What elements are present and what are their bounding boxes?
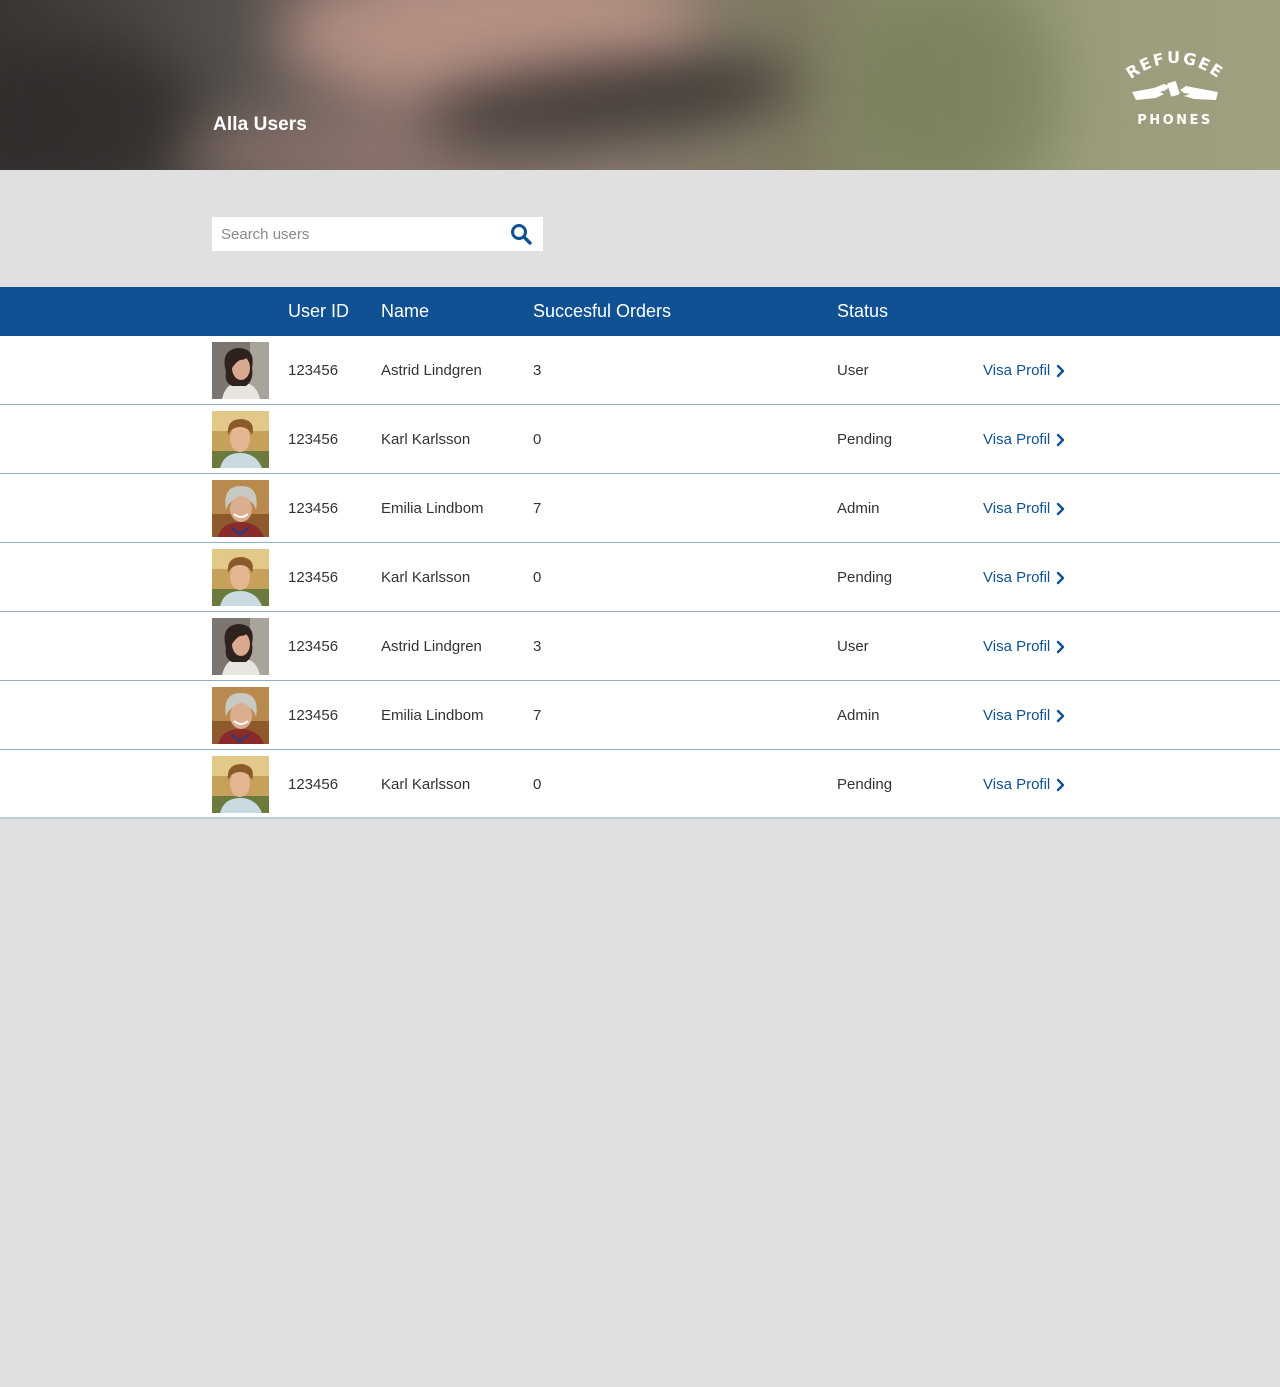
hero-background-blur (860, 0, 1060, 170)
table-bottom-border (0, 817, 1280, 819)
name-cell: Emilia Lindbom (381, 500, 484, 517)
view-profile-label: Visa Profil (983, 776, 1051, 793)
view-profile-link[interactable]: Visa Profil (983, 776, 1066, 793)
hands-icon (1132, 81, 1218, 100)
orders-cell: 0 (533, 776, 542, 793)
chevron-right-icon (1057, 640, 1065, 653)
avatar (212, 549, 269, 606)
table-row: 123456 Karl Karlsson 0 Pending Visa Profil (0, 405, 1280, 474)
view-profile-label: Visa Profil (983, 431, 1051, 448)
status-cell: Pending (837, 569, 893, 586)
view-profile-label: Visa Profil (983, 638, 1051, 655)
avatar-container[interactable] (212, 411, 269, 468)
users-table-body: 123456 Astrid Lindgren 3 User Visa Profil 12… (0, 336, 1280, 819)
logo-text-bottom: PHONES (1137, 113, 1213, 128)
name-cell: Karl Karlsson (381, 776, 471, 793)
hero-background-blur (0, 40, 200, 170)
view-profile-link[interactable]: Visa Profil (983, 707, 1066, 724)
table-row: 123456 Emilia Lindbom 7 Admin Visa Profil (0, 474, 1280, 543)
column-header-orders[interactable]: Succesful Orders (533, 301, 671, 322)
chevron-right-icon (1057, 709, 1065, 722)
table-header: User ID Name Succesful Orders Status (0, 287, 1280, 336)
name-cell: Emilia Lindbom (381, 707, 484, 724)
user-id-cell: 123456 (288, 431, 339, 448)
search-box (212, 217, 543, 251)
status-cell: Admin (837, 500, 880, 517)
name-cell: Karl Karlsson (381, 431, 471, 448)
chevron-right-icon (1057, 502, 1065, 515)
page-title: Alla Users (213, 114, 307, 135)
search-button[interactable] (510, 223, 534, 245)
view-profile-label: Visa Profil (983, 569, 1051, 586)
status-cell: User (837, 638, 869, 655)
orders-cell: 3 (533, 638, 542, 655)
user-id-cell: 123456 (288, 638, 339, 655)
avatar-container[interactable] (212, 618, 269, 675)
view-profile-link[interactable]: Visa Profil (983, 569, 1066, 586)
view-profile-label: Visa Profil (983, 362, 1051, 379)
search-icon (511, 224, 532, 245)
view-profile-label: Visa Profil (983, 707, 1051, 724)
table-row: 123456 Karl Karlsson 0 Pending Visa Profil (0, 543, 1280, 612)
view-profile-link[interactable]: Visa Profil (983, 500, 1066, 517)
table-row: 123456 Emilia Lindbom 7 Admin Visa Profil (0, 681, 1280, 750)
orders-cell: 0 (533, 431, 542, 448)
user-id-cell: 123456 (288, 500, 339, 517)
avatar-container[interactable] (212, 480, 269, 537)
avatar (212, 342, 269, 399)
column-header-user-id[interactable]: User ID (288, 301, 349, 322)
orders-cell: 3 (533, 362, 542, 379)
status-cell: User (837, 362, 869, 379)
user-id-cell: 123456 (288, 707, 339, 724)
avatar (212, 618, 269, 675)
column-header-name[interactable]: Name (381, 301, 429, 322)
logo-text-top: REFUGEE (1123, 48, 1226, 83)
view-profile-label: Visa Profil (983, 500, 1051, 517)
svg-text:REFUGEE: REFUGEE (1123, 48, 1228, 83)
refugee-phones-logo[interactable]: REFUGEE PHONES (1120, 48, 1230, 130)
column-header-status[interactable]: Status (837, 301, 888, 322)
status-cell: Pending (837, 431, 893, 448)
search-input[interactable] (212, 217, 502, 251)
chevron-right-icon (1057, 778, 1065, 791)
view-profile-link[interactable]: Visa Profil (983, 638, 1066, 655)
avatar-container[interactable] (212, 687, 269, 744)
table-row: 123456 Astrid Lindgren 3 User Visa Profil (0, 336, 1280, 405)
orders-cell: 7 (533, 500, 542, 517)
hero-banner: Alla Users REFUGEE PHONES (0, 0, 1280, 170)
user-id-cell: 123456 (288, 362, 339, 379)
avatar (212, 480, 269, 537)
name-cell: Astrid Lindgren (381, 362, 482, 379)
view-profile-link[interactable]: Visa Profil (983, 431, 1066, 448)
avatar-container[interactable] (212, 549, 269, 606)
avatar (212, 411, 269, 468)
avatar (212, 687, 269, 744)
table-row: 123456 Karl Karlsson 0 Pending Visa Profil (0, 750, 1280, 819)
status-cell: Pending (837, 776, 893, 793)
user-id-cell: 123456 (288, 776, 339, 793)
name-cell: Astrid Lindgren (381, 638, 482, 655)
status-cell: Admin (837, 707, 880, 724)
orders-cell: 7 (533, 707, 542, 724)
user-id-cell: 123456 (288, 569, 339, 586)
avatar (212, 756, 269, 813)
chevron-right-icon (1057, 364, 1065, 377)
table-row: 123456 Astrid Lindgren 3 User Visa Profil (0, 612, 1280, 681)
chevron-right-icon (1057, 433, 1065, 446)
chevron-right-icon (1057, 571, 1065, 584)
name-cell: Karl Karlsson (381, 569, 471, 586)
orders-cell: 0 (533, 569, 542, 586)
avatar-container[interactable] (212, 756, 269, 813)
view-profile-link[interactable]: Visa Profil (983, 362, 1066, 379)
avatar-container[interactable] (212, 342, 269, 399)
